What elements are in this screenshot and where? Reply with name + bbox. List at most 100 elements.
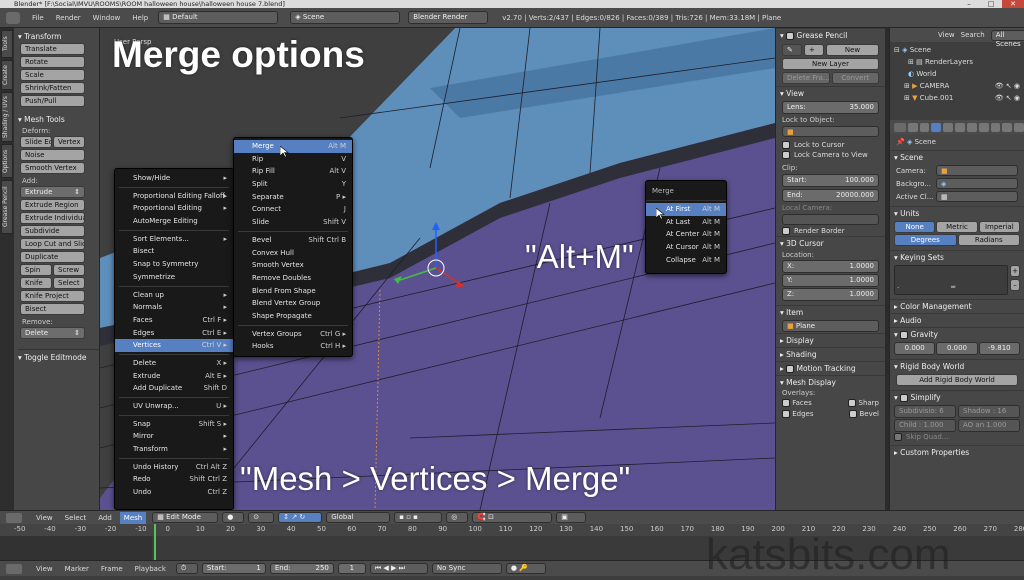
vertices-menu-item-connect[interactable]: Connect J	[234, 203, 352, 216]
data-tab-icon[interactable]	[990, 122, 1001, 132]
lens-field[interactable]: Lens: 35.000	[782, 101, 879, 114]
outliner-item-cube[interactable]: ⊞ ▼ Cube.001 👁 ↖ ◉	[894, 92, 1020, 104]
cursor-x-field[interactable]: X: 1.0000	[782, 260, 879, 273]
pivot-select[interactable]: ⊙	[248, 512, 275, 523]
manipulator-buttons[interactable]: ↕ ↗ ↻	[278, 512, 323, 523]
info-editor-icon[interactable]	[6, 11, 20, 24]
units-imperial-button[interactable]: Imperial	[978, 221, 1020, 233]
background-field[interactable]: ◈	[936, 178, 1018, 189]
mesh-menu-item-bisect[interactable]: Bisect	[115, 245, 233, 258]
slide-edge-button[interactable]: Slide Ed	[20, 136, 52, 148]
cursor-y-field[interactable]: Y: 1.0000	[782, 274, 879, 287]
end-frame-field[interactable]: End: 250	[269, 563, 334, 574]
mesh-menu-item-uv-unwrap[interactable]: UV Unwrap... U ▸	[115, 400, 233, 413]
item-name-field[interactable]: ■ Plane	[782, 320, 879, 332]
sharp-checkbox[interactable]: Sharp	[848, 399, 879, 407]
item-panel-header[interactable]: ▾ Item	[776, 305, 885, 319]
mesh-menu-item-normals[interactable]: Normals ▸	[115, 301, 233, 314]
outliner-item-camera[interactable]: ⊞ ▶ CAMERA 👁 ↖ ◉	[894, 80, 1020, 92]
outliner-item-renderlayers[interactable]: ⊞ ▤ RenderLayers	[894, 56, 1020, 68]
playback-controls[interactable]: ⏮ ◀ ▶ ⏭	[369, 563, 428, 574]
radians-button[interactable]: Radians	[957, 234, 1020, 246]
vertices-menu-item-blend-vertex-group[interactable]: Blend Vertex Group	[234, 297, 352, 310]
cursor-z-field[interactable]: Z: 1.0000	[782, 288, 879, 301]
properties-editor-icon[interactable]	[894, 122, 906, 132]
merge-menu-item-at-cursor[interactable]: At Cursor Alt M	[646, 241, 726, 254]
current-frame-marker[interactable]	[154, 524, 156, 560]
current-frame-field[interactable]: 1	[337, 563, 366, 574]
vertices-menu-item-merge[interactable]: Merge Alt M	[234, 140, 352, 153]
select-menu[interactable]: Select	[65, 514, 87, 522]
mesh-menu-item-clean-up[interactable]: Clean up ▸	[115, 289, 233, 302]
add-icon[interactable]: +	[804, 44, 824, 56]
modifiers-tab-icon[interactable]	[978, 122, 989, 132]
mesh-display-panel-header[interactable]: ▾ Mesh Display	[776, 375, 885, 389]
timeline-marker-menu[interactable]: Marker	[65, 565, 89, 573]
outliner-display-select[interactable]: All Scenes	[990, 29, 1024, 48]
faces-checkbox[interactable]: Faces	[782, 399, 812, 407]
render-engine-select[interactable]: Blender Render	[408, 11, 489, 24]
mesh-menu-item-redo[interactable]: Redo Shift Ctrl Z	[115, 473, 233, 486]
add-menu[interactable]: Add	[98, 514, 112, 522]
tab-create[interactable]: Create	[1, 60, 13, 90]
noise-button[interactable]: Noise	[20, 149, 85, 161]
mesh-menu-item-undo[interactable]: Undo Ctrl Z	[115, 486, 233, 499]
start-frame-field[interactable]: Start: 1	[201, 563, 266, 574]
mesh-menu-item-vertices[interactable]: Vertices Ctrl V ▸	[115, 339, 233, 352]
timeline-view-menu[interactable]: View	[36, 565, 53, 573]
view-menu[interactable]: View	[36, 514, 53, 522]
mesh-menu-item-mirror[interactable]: Mirror ▸	[115, 430, 233, 443]
mesh-menu-button[interactable]: Mesh	[119, 511, 147, 524]
slide-vertex-button[interactable]: Vertex	[53, 136, 85, 148]
remove-keying-set-icon[interactable]: –	[1010, 279, 1020, 291]
units-none-button[interactable]: None	[894, 221, 936, 233]
minimize-icon[interactable]: –	[958, 0, 980, 8]
outliner-search-menu[interactable]: Search	[961, 31, 985, 39]
mesh-menu-item-undo-history[interactable]: Undo History Ctrl Alt Z	[115, 461, 233, 474]
view-panel-header[interactable]: ▾ View	[776, 86, 885, 100]
mesh-menu-item-snap-to-symmetry[interactable]: Snap to Symmetry	[115, 258, 233, 271]
snap-buttons[interactable]: 🧲 ⊡	[472, 512, 553, 523]
display-panel-header[interactable]: ▸ Display	[776, 333, 885, 347]
keying-sets-panel-header[interactable]: ▾ Keying Sets	[890, 250, 1024, 264]
vertices-menu-item-slide[interactable]: Slide Shift V	[234, 216, 352, 229]
knife-button[interactable]: Knife	[20, 277, 52, 289]
knife-project-button[interactable]: Knife Project	[20, 290, 85, 302]
mesh-menu-item-snap[interactable]: Snap Shift S ▸	[115, 418, 233, 431]
timeline-playback-menu[interactable]: Playback	[135, 565, 166, 573]
shading-panel-header[interactable]: ▸ Shading	[776, 347, 885, 361]
vertices-menu-item-split[interactable]: Split Y	[234, 178, 352, 191]
skip-quad-checkbox[interactable]: Skip Quad...	[894, 433, 1020, 441]
active-clip-field[interactable]: ▦	[936, 191, 1018, 202]
mesh-menu-item-faces[interactable]: Faces Ctrl F ▸	[115, 314, 233, 327]
gravity-panel-header[interactable]: ▾ Gravity	[890, 327, 1024, 341]
ao-field[interactable]: AO an 1.000	[958, 419, 1020, 432]
mesh-menu-item-edges[interactable]: Edges Ctrl E ▸	[115, 327, 233, 340]
new-layer-button[interactable]: New Layer	[782, 58, 879, 70]
push-pull-button[interactable]: Push/Pull	[20, 95, 85, 107]
pencil-icon[interactable]: ✎	[782, 44, 802, 56]
rigid-body-panel-header[interactable]: ▾ Rigid Body World	[890, 359, 1024, 373]
toggle-editmode-panel[interactable]: ▾ Toggle Editmode	[18, 349, 99, 362]
layout-select[interactable]: ▦ Default	[158, 11, 279, 24]
edges-checkbox[interactable]: Edges	[782, 410, 814, 418]
camera-field[interactable]: ■	[936, 165, 1018, 176]
vertices-menu-item-remove-doubles[interactable]: Remove Doubles	[234, 272, 352, 285]
new-gp-button[interactable]: New	[826, 44, 879, 56]
add-rigid-body-world-button[interactable]: Add Rigid Body World	[896, 374, 1018, 386]
degrees-button[interactable]: Degrees	[894, 234, 957, 246]
layers-tab-icon[interactable]	[919, 122, 930, 132]
convert-button[interactable]: Convert	[831, 72, 879, 84]
close-icon[interactable]: ✕	[1002, 0, 1024, 8]
knife-select-button[interactable]: Select	[53, 277, 85, 289]
scene-panel-header[interactable]: ▾ Scene	[890, 150, 1024, 164]
vertices-menu-item-vertex-groups[interactable]: Vertex Groups Ctrl G ▸	[234, 328, 352, 341]
mesh-menu-item-proportional-editing-falloff[interactable]: Proportional Editing Falloff ▸	[115, 190, 233, 203]
add-keying-set-icon[interactable]: +	[1010, 265, 1020, 277]
keying-buttons[interactable]: ● 🔑	[505, 563, 546, 574]
lock-camera-row[interactable]: Lock Camera to View	[782, 151, 879, 159]
tab-grease-pencil[interactable]: Grease Pencil	[1, 180, 13, 234]
shading-select[interactable]: ●	[222, 512, 245, 523]
tab-tools[interactable]: Tools	[1, 30, 13, 58]
clip-start-field[interactable]: Start: 100.000	[782, 174, 879, 187]
